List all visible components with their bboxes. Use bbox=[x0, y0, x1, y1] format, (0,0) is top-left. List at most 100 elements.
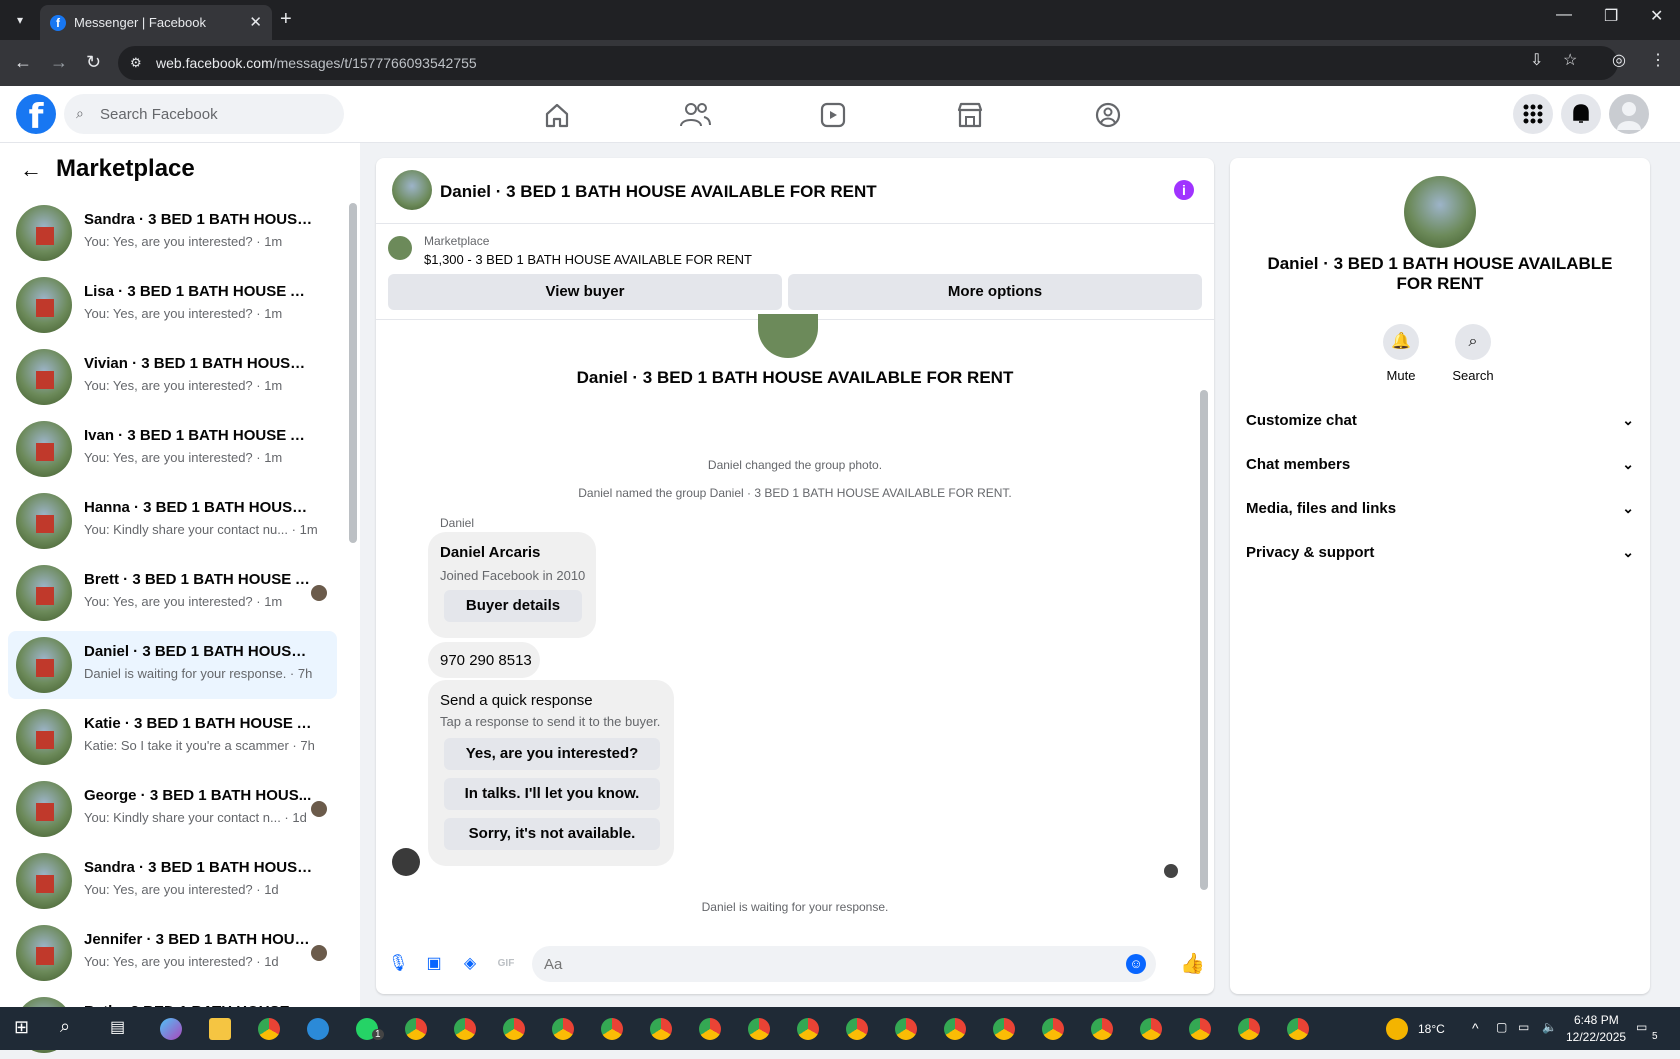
conversation-item[interactable]: Hanna · 3 BED 1 BATH HOUSE A... You: Kind… bbox=[8, 487, 337, 555]
chat-scrollbar[interactable] bbox=[1200, 390, 1208, 890]
edge-icon[interactable] bbox=[307, 1018, 329, 1040]
search-in-conversation-icon[interactable]: ⌕ bbox=[1455, 324, 1491, 360]
meet-now-icon[interactable]: ▢ bbox=[1496, 1020, 1507, 1034]
chrome-window-icon[interactable] bbox=[797, 1018, 819, 1040]
gif-icon[interactable]: GIF bbox=[496, 954, 516, 974]
account-avatar[interactable] bbox=[1609, 94, 1649, 134]
chrome-window-icon[interactable] bbox=[944, 1018, 966, 1040]
quick-response-not-available-button[interactable]: Sorry, it's not available. bbox=[444, 818, 660, 850]
more-options-button[interactable]: More options bbox=[788, 274, 1202, 310]
volume-icon[interactable]: 🔈 bbox=[1542, 1020, 1557, 1034]
chrome-window-icon[interactable] bbox=[405, 1018, 427, 1040]
chrome-window-icon[interactable] bbox=[1238, 1018, 1260, 1040]
notifications-bell-icon[interactable] bbox=[1561, 94, 1601, 134]
groups-nav-icon[interactable] bbox=[1088, 98, 1128, 132]
chrome-window-icon[interactable] bbox=[1287, 1018, 1309, 1040]
back-icon[interactable]: ← bbox=[14, 52, 32, 73]
message-input-box[interactable]: ☺ bbox=[532, 946, 1156, 982]
left-scrollbar[interactable] bbox=[349, 203, 357, 543]
taskbar-search-icon[interactable]: ⌕ bbox=[60, 1016, 70, 1037]
facebook-search-input[interactable]: ⌕ Search Facebook bbox=[64, 94, 344, 134]
chat-title[interactable]: Daniel · 3 BED 1 BATH HOUSE AVAILABLE FO… bbox=[440, 182, 877, 202]
task-view-icon[interactable]: ▤ bbox=[110, 1017, 125, 1037]
home-nav-icon[interactable] bbox=[537, 98, 577, 132]
chrome-window-icon[interactable] bbox=[552, 1018, 574, 1040]
privacy-support-row[interactable]: Privacy & support ⌄ bbox=[1246, 544, 1634, 580]
minimize-icon[interactable]: — bbox=[1556, 6, 1572, 24]
microphone-icon[interactable]: 🎙 bbox=[388, 954, 408, 974]
profile-icon[interactable]: ◎ bbox=[1612, 50, 1626, 70]
tab-search-icon[interactable]: ▾ bbox=[8, 8, 32, 32]
clock-date[interactable]: 12/22/2025 bbox=[1566, 1030, 1626, 1044]
conversation-info-icon[interactable]: i bbox=[1174, 180, 1194, 200]
browser-tab-messenger[interactable]: f Messenger | Facebook ✕ bbox=[40, 5, 272, 40]
sticker-icon[interactable]: ◈ bbox=[460, 954, 480, 974]
video-nav-icon[interactable] bbox=[813, 98, 853, 132]
file-explorer-icon[interactable] bbox=[209, 1018, 231, 1040]
buyer-details-button[interactable]: Buyer details bbox=[444, 590, 582, 622]
chrome-window-icon[interactable] bbox=[748, 1018, 770, 1040]
chat-avatar[interactable] bbox=[392, 170, 432, 210]
facebook-logo-icon[interactable]: f bbox=[16, 94, 56, 137]
marketplace-nav-icon[interactable] bbox=[950, 98, 990, 132]
back-arrow-icon[interactable]: ← bbox=[20, 157, 42, 183]
chat-members-row[interactable]: Chat members ⌄ bbox=[1246, 456, 1634, 492]
url-omnibox[interactable]: ⚙ web.facebook.com/messages/t/1577766093… bbox=[118, 46, 1618, 80]
conversation-item[interactable]: Lisa · 3 BED 1 BATH HOUSE AVAI... You: Ye… bbox=[8, 271, 337, 339]
group-avatar[interactable] bbox=[1404, 176, 1476, 248]
chrome-window-icon[interactable] bbox=[454, 1018, 476, 1040]
conversation-item[interactable]: Sandra · 3 BED 1 BATH HOUSE A... You: Yes… bbox=[8, 847, 337, 915]
close-window-icon[interactable]: ✕ bbox=[1650, 6, 1663, 26]
copilot-icon[interactable] bbox=[160, 1018, 182, 1040]
clock-time[interactable]: 6:48 PM bbox=[1574, 1013, 1619, 1027]
quick-response-yes-button[interactable]: Yes, are you interested? bbox=[444, 738, 660, 770]
message-input[interactable] bbox=[544, 954, 1104, 974]
browser-menu-icon[interactable]: ⋮ bbox=[1650, 50, 1666, 70]
new-tab-icon[interactable]: + bbox=[280, 8, 292, 31]
chrome-window-icon[interactable] bbox=[1042, 1018, 1064, 1040]
listing-title[interactable]: $1,300 - 3 BED 1 BATH HOUSE AVAILABLE FO… bbox=[424, 252, 752, 267]
chrome-window-icon[interactable] bbox=[503, 1018, 525, 1040]
attach-photo-icon[interactable]: ▣ bbox=[424, 954, 444, 974]
bookmark-star-icon[interactable]: ☆ bbox=[1563, 50, 1577, 70]
show-hidden-icons-icon[interactable]: ^ bbox=[1472, 1020, 1479, 1036]
conversation-item[interactable]: Katie · 3 BED 1 BATH HOUSE AV... Katie: S… bbox=[8, 703, 337, 771]
chrome-window-icon[interactable] bbox=[1140, 1018, 1162, 1040]
install-app-icon[interactable]: ⇩ bbox=[1530, 50, 1543, 70]
conversation-item[interactable]: Daniel · 3 BED 1 BATH HOUSE A... Daniel i… bbox=[8, 631, 337, 699]
view-buyer-button[interactable]: View buyer bbox=[388, 274, 782, 310]
site-info-icon[interactable]: ⚙ bbox=[130, 55, 142, 71]
media-files-links-row[interactable]: Media, files and links ⌄ bbox=[1246, 500, 1634, 536]
conversation-item[interactable]: Ivan · 3 BED 1 BATH HOUSE AVA... You: Yes… bbox=[8, 415, 337, 483]
customize-chat-row[interactable]: Customize chat ⌄ bbox=[1246, 412, 1634, 448]
emoji-icon[interactable]: ☺ bbox=[1126, 954, 1146, 974]
sender-avatar[interactable] bbox=[392, 848, 420, 876]
mute-action[interactable]: 🔔 Mute bbox=[1361, 324, 1441, 383]
chrome-window-icon[interactable] bbox=[1189, 1018, 1211, 1040]
chrome-window-icon[interactable] bbox=[1091, 1018, 1113, 1040]
listing-thumbnail[interactable] bbox=[388, 236, 412, 260]
search-action[interactable]: ⌕ Search bbox=[1433, 324, 1513, 383]
network-icon[interactable]: ▭ bbox=[1518, 1020, 1529, 1034]
close-tab-icon[interactable]: ✕ bbox=[249, 13, 262, 31]
restore-icon[interactable]: ❐ bbox=[1604, 6, 1618, 26]
conversation-item[interactable]: Jennifer · 3 BED 1 BATH HOUS... You: Yes,… bbox=[8, 919, 337, 987]
weather-icon[interactable] bbox=[1386, 1018, 1408, 1040]
menu-grid-icon[interactable] bbox=[1513, 94, 1553, 134]
friends-nav-icon[interactable] bbox=[675, 98, 715, 132]
chrome-window-icon[interactable] bbox=[699, 1018, 721, 1040]
reload-icon[interactable]: ↻ bbox=[86, 52, 101, 73]
chrome-taskbar-icon[interactable] bbox=[258, 1018, 280, 1040]
chrome-window-icon[interactable] bbox=[601, 1018, 623, 1040]
windows-start-icon[interactable]: ⊞ bbox=[14, 1017, 29, 1038]
conversation-item[interactable]: Sandra · 3 BED 1 BATH HOUSE A... You: Yes… bbox=[8, 199, 337, 267]
chrome-window-icon[interactable] bbox=[993, 1018, 1015, 1040]
conversation-item[interactable]: Brett · 3 BED 1 BATH HOUSE A... You: Yes,… bbox=[8, 559, 337, 627]
notification-center-icon[interactable]: ▭ bbox=[1636, 1020, 1647, 1034]
forward-icon[interactable]: → bbox=[50, 52, 68, 73]
conversation-item[interactable]: Vivian · 3 BED 1 BATH HOUSE AV... You: Ye… bbox=[8, 343, 337, 411]
chrome-window-icon[interactable] bbox=[895, 1018, 917, 1040]
like-thumbs-up-icon[interactable]: 👍 bbox=[1180, 954, 1205, 974]
chrome-window-icon[interactable] bbox=[650, 1018, 672, 1040]
conversation-item[interactable]: George · 3 BED 1 BATH HOUS... You: Kindly… bbox=[8, 775, 337, 843]
